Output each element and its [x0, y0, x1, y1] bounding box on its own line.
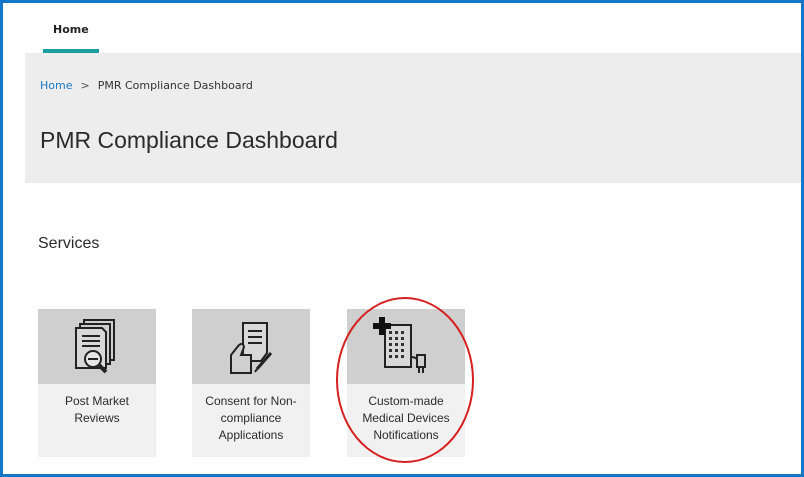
service-tile-consent-non-compliance[interactable]: Consent for Non- compliance Applications	[192, 309, 310, 457]
breadcrumb: Home > PMR Compliance Dashboard	[40, 79, 253, 92]
medical-device-icon	[373, 317, 426, 373]
breadcrumb-separator: >	[80, 79, 90, 92]
tile-label: Custom-made Medical Devices Notification…	[351, 393, 461, 444]
tile-icon-area	[38, 309, 156, 384]
breadcrumb-current: PMR Compliance Dashboard	[97, 79, 253, 92]
breadcrumb-home-link[interactable]: Home	[40, 79, 72, 92]
tile-label-line: Consent for Non-	[205, 394, 297, 408]
nav-tab-home[interactable]: Home	[43, 3, 99, 53]
tile-label: Post Market Reviews	[42, 393, 152, 427]
tile-label: Consent for Non- compliance Applications	[196, 393, 306, 444]
app-window: Home Home > PMR Compliance Dashboard PMR C…	[0, 0, 804, 477]
tile-icon-area	[347, 309, 465, 384]
service-tile-post-market-reviews[interactable]: Post Market Reviews	[38, 309, 156, 457]
tile-label-line: Post Market	[64, 394, 130, 408]
tile-label-line: Reviews	[74, 411, 120, 425]
tile-label-line: Custom-made	[368, 394, 444, 408]
page-title: PMR Compliance Dashboard	[40, 127, 338, 153]
top-navigation: Home	[3, 3, 801, 53]
services-heading: Services	[38, 235, 100, 252]
tile-icon-area	[192, 309, 310, 384]
tile-label-line: Medical Devices	[362, 411, 450, 425]
nav-tab-home-label: Home	[53, 23, 89, 36]
service-tile-custom-made-devices[interactable]: Custom-made Medical Devices Notification…	[347, 309, 465, 457]
tile-label-line: Applications	[218, 428, 284, 442]
page-header-banner: Home > PMR Compliance Dashboard PMR Compli…	[25, 53, 801, 183]
tile-label-line: compliance	[220, 411, 282, 425]
tile-label-line: Notifications	[373, 428, 439, 442]
hand-document-pen-icon	[230, 322, 273, 374]
document-search-icon	[75, 319, 115, 374]
